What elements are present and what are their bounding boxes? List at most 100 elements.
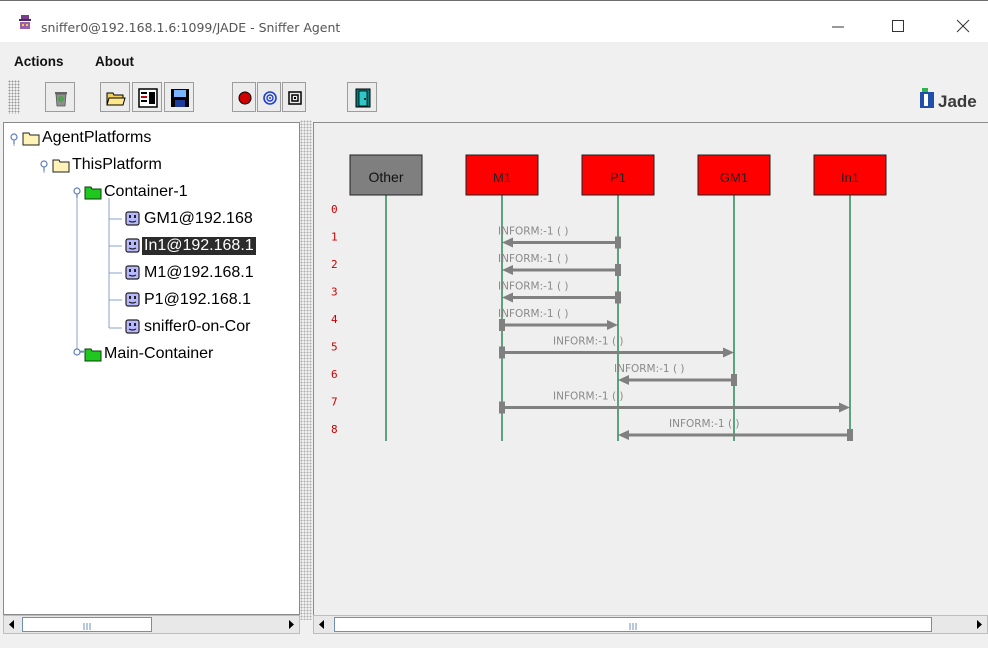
jade-logo: Jade <box>920 88 977 111</box>
message-label: INFORM:-1 ( ) <box>614 363 685 375</box>
agent-box-label: GM1 <box>720 170 748 185</box>
agent-face-icon <box>125 292 140 307</box>
menu-actions[interactable]: Actions <box>14 54 64 69</box>
exit-button[interactable] <box>347 82 377 112</box>
tree-label-agent: P1@192.168.1 <box>144 291 251 308</box>
green-folder-icon <box>84 348 102 362</box>
agent-tree[interactable]: AgentPlatforms ThisPlatform Container-1 … <box>3 122 300 615</box>
folder-icon <box>52 159 70 173</box>
scroll-left-button[interactable] <box>314 616 331 633</box>
agent-face-icon <box>125 319 140 334</box>
row-number: 0 <box>331 203 338 216</box>
show-only-button[interactable] <box>282 82 306 112</box>
message-arrowhead <box>839 402 850 413</box>
tree-node-container-1[interactable]: Container-1 <box>84 181 190 203</box>
agent-face-icon <box>125 265 140 280</box>
row-number: 1 <box>331 231 338 244</box>
toolbar-grip[interactable] <box>8 80 20 114</box>
tree-node-agent[interactable]: M1@192.168.1 <box>124 262 256 284</box>
tree-node-main-container[interactable]: Main-Container <box>84 343 215 365</box>
maximize-icon <box>892 20 904 32</box>
agent-box[interactable]: P1 <box>581 154 655 196</box>
tree-label-agentplatforms: AgentPlatforms <box>42 129 152 146</box>
tree-label-agent: GM1@192.168 <box>144 210 253 227</box>
tree-node-agent-selected[interactable]: In1@192.168.1 <box>124 235 256 257</box>
minimize-button[interactable] <box>815 11 861 39</box>
arrow-left-icon <box>319 620 324 629</box>
agent-face-icon <box>125 238 140 253</box>
status-bar <box>0 636 988 648</box>
tree-label-main-container: Main-Container <box>104 345 214 362</box>
message-arrowhead <box>723 347 734 358</box>
folder-icon <box>22 132 40 146</box>
arrow-right-icon <box>977 620 982 629</box>
message-label: INFORM:-1 ( ) <box>553 391 624 403</box>
sequence-diagram: Other M1 P1 GM1 In1 0 1 2 3 4 5 6 7 8 INFORM:-1 ( ) INF… <box>331 154 887 441</box>
arrow-left-icon <box>9 620 14 629</box>
agent-box[interactable]: Other <box>349 154 423 196</box>
green-folder-icon <box>84 186 102 200</box>
agent-box-label: Other <box>368 169 403 185</box>
tree-label-agent: sniffer0-on-Cor <box>144 318 251 335</box>
message-canvas[interactable]: Other M1 P1 GM1 In1 0 1 2 3 4 5 6 7 8 INFORM:-1 ( ) INF… <box>313 122 988 615</box>
message-arrowhead <box>502 292 513 303</box>
tree-horizontal-scrollbar[interactable] <box>3 615 300 634</box>
grip-icon <box>629 623 637 630</box>
tree-node-agent[interactable]: GM1@192.168 <box>124 208 255 230</box>
save-snapshot-button[interactable] <box>164 82 194 112</box>
grip-icon <box>83 623 91 630</box>
clear-canvas-button[interactable] <box>45 82 75 112</box>
trash-icon <box>55 92 67 107</box>
scroll-right-button[interactable] <box>970 616 987 633</box>
do-sniff-button[interactable] <box>232 82 256 112</box>
message-arrowhead <box>502 237 513 248</box>
agent-box[interactable]: GM1 <box>697 154 771 196</box>
scroll-left-button[interactable] <box>4 616 21 633</box>
menu-about[interactable]: About <box>95 54 134 69</box>
row-number: 3 <box>331 286 338 299</box>
row-number: 5 <box>331 341 338 354</box>
message-label: INFORM:-1 ( ) <box>498 226 569 238</box>
row-number: 2 <box>331 258 338 271</box>
canvas-horizontal-scrollbar[interactable] <box>313 615 988 634</box>
close-button[interactable] <box>940 11 986 39</box>
tree-node-agentplatforms[interactable]: AgentPlatforms <box>22 127 153 149</box>
minimize-icon <box>832 26 844 28</box>
jade-logo-text: Jade <box>938 92 977 111</box>
tree-node-thisplatform[interactable]: ThisPlatform <box>52 154 164 176</box>
scroll-thumb[interactable] <box>22 617 152 632</box>
floppy-icon <box>171 89 189 107</box>
agent-box[interactable]: M1 <box>465 154 539 196</box>
sniffer-window: { "window": { "title": "sniffer0@192.168… <box>0 0 988 648</box>
tree-node-agent[interactable]: P1@192.168.1 <box>124 289 253 311</box>
tree-label-agent: M1@192.168.1 <box>144 264 254 281</box>
record-icon <box>238 91 252 105</box>
message-arrowhead <box>618 375 629 385</box>
scroll-right-button[interactable] <box>282 616 299 633</box>
message-label: INFORM:-1 ( ) <box>498 281 569 293</box>
display-log-button[interactable] <box>132 82 162 112</box>
agent-box-label: In1 <box>841 170 859 185</box>
sniffer-agent-icon <box>19 15 31 29</box>
message-label: INFORM:-1 ( ) <box>498 253 569 265</box>
open-folder-icon <box>106 92 126 106</box>
maximize-button[interactable] <box>875 11 921 39</box>
filter-icon <box>288 91 302 105</box>
open-snapshot-button[interactable] <box>100 82 130 112</box>
message-arrowhead <box>618 430 629 440</box>
agent-face-icon <box>125 211 140 226</box>
scroll-thumb[interactable] <box>334 617 932 632</box>
exit-door-icon <box>355 88 371 108</box>
row-number: 7 <box>331 396 338 409</box>
split-pane-divider[interactable] <box>300 120 312 620</box>
row-number: 4 <box>331 313 338 326</box>
menu-bar: Actions About <box>0 42 988 76</box>
close-icon <box>956 19 970 33</box>
toolbar: Jade <box>0 76 988 120</box>
agent-box[interactable]: In1 <box>813 154 887 196</box>
do-not-sniff-button[interactable] <box>257 82 281 112</box>
row-number: 8 <box>331 423 338 436</box>
message-arrowhead <box>607 320 618 330</box>
tree-node-agent[interactable]: sniffer0-on-Cor <box>124 316 252 338</box>
agent-box-label: M1 <box>493 170 511 185</box>
